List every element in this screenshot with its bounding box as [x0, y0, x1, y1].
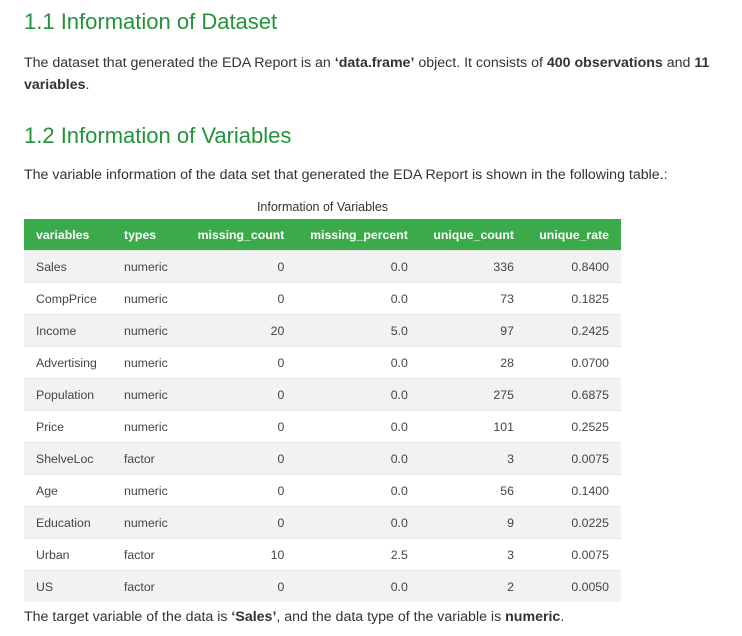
table-row: Population numeric 0 0.0 275 0.6875: [24, 378, 621, 411]
missing-percent-cell: 0.0: [296, 250, 420, 283]
missing-percent-cell: 0.0: [296, 346, 420, 379]
type-cell: factor: [112, 538, 184, 571]
variables-description: The variable information of the data set…: [24, 167, 668, 183]
variable-cell: Price: [24, 410, 112, 443]
type-cell: numeric: [112, 346, 184, 379]
variable-cell: Advertising: [24, 346, 112, 379]
unique-count-cell: 73: [419, 282, 526, 315]
eda-report-page: 1.1 Information of Dataset The dataset t…: [0, 0, 742, 636]
missing-percent-cell: 0.0: [296, 474, 420, 507]
missing-count-cell: 0: [184, 410, 297, 443]
missing-count-cell: 20: [184, 314, 297, 347]
table-row: ShelveLoc factor 0 0.0 3 0.0075: [24, 442, 621, 475]
missing-count-cell: 0: [184, 474, 297, 507]
missing-count-cell: 0: [184, 378, 297, 411]
unique-rate-cell: 0.0225: [525, 506, 621, 539]
unique-rate-cell: 0.8400: [525, 250, 621, 283]
column-header-unique-count: unique_count: [419, 219, 526, 251]
type-cell: factor: [112, 570, 184, 602]
unique-count-cell: 97: [419, 314, 526, 347]
table-caption: Information of Variables: [256, 200, 389, 214]
table-header-row: variables types missing_count missing_pe…: [24, 219, 621, 251]
missing-percent-cell: 2.5: [296, 538, 420, 571]
type-cell: numeric: [112, 474, 184, 507]
variables-heading: 1.2 Information of Variables: [24, 123, 292, 148]
target-description: The target variable of the data is ‘Sale…: [24, 609, 565, 625]
unique-count-cell: 28: [419, 346, 526, 379]
missing-count-cell: 0: [184, 570, 297, 602]
unique-rate-cell: 0.2525: [525, 410, 621, 443]
unique-count-cell: 336: [419, 250, 526, 283]
unique-count-cell: 3: [419, 442, 526, 475]
table-row: Sales numeric 0 0.0 336 0.8400: [24, 250, 621, 283]
type-cell: numeric: [112, 506, 184, 539]
unique-rate-cell: 0.0700: [525, 346, 621, 379]
missing-count-cell: 0: [184, 250, 297, 283]
unique-rate-cell: 0.0075: [525, 538, 621, 571]
variable-cell: CompPrice: [24, 282, 112, 315]
missing-percent-cell: 0.0: [296, 410, 420, 443]
unique-rate-cell: 0.0050: [525, 570, 621, 602]
table-row: Education numeric 0 0.0 9 0.0225: [24, 506, 621, 539]
type-cell: numeric: [112, 378, 184, 411]
variables-table: variables types missing_count missing_pe…: [24, 219, 621, 602]
missing-percent-cell: 5.0: [296, 314, 420, 347]
unique-count-cell: 3: [419, 538, 526, 571]
type-cell: numeric: [112, 250, 184, 283]
table-body: Sales numeric 0 0.0 336 0.8400 CompPrice numeri…: [24, 250, 621, 602]
unique-rate-cell: 0.6875: [525, 378, 621, 411]
missing-count-cell: 0: [184, 506, 297, 539]
unique-rate-cell: 0.2425: [525, 314, 621, 347]
table-row: Advertising numeric 0 0.0 28 0.0700: [24, 346, 621, 379]
missing-count-cell: 0: [184, 282, 297, 315]
table-row: Price numeric 0 0.0 101 0.2525: [24, 410, 621, 443]
variable-cell: Urban: [24, 538, 112, 571]
table-row: CompPrice numeric 0 0.0 73 0.1825: [24, 282, 621, 315]
missing-percent-cell: 0.0: [296, 570, 420, 602]
variable-cell: US: [24, 570, 112, 602]
unique-count-cell: 2: [419, 570, 526, 602]
type-cell: numeric: [112, 314, 184, 347]
table-row: Age numeric 0 0.0 56 0.1400: [24, 474, 621, 507]
missing-percent-cell: 0.0: [296, 378, 420, 411]
unique-count-cell: 9: [419, 506, 526, 539]
table-row: Urban factor 10 2.5 3 0.0075: [24, 538, 621, 571]
unique-rate-cell: 0.0075: [525, 442, 621, 475]
unique-rate-cell: 0.1400: [525, 474, 621, 507]
variable-cell: ShelveLoc: [24, 442, 112, 475]
column-header-missing-count: missing_count: [184, 219, 297, 251]
variable-cell: Education: [24, 506, 112, 539]
column-header-unique-rate: unique_rate: [525, 219, 621, 251]
type-cell: numeric: [112, 410, 184, 443]
table-row: Income numeric 20 5.0 97 0.2425: [24, 314, 621, 347]
variable-cell: Population: [24, 378, 112, 411]
dataset-description: The dataset that generated the EDA Repor…: [24, 55, 710, 93]
unique-count-cell: 56: [419, 474, 526, 507]
unique-count-cell: 101: [419, 410, 526, 443]
missing-percent-cell: 0.0: [296, 506, 420, 539]
missing-count-cell: 10: [184, 538, 297, 571]
variable-cell: Sales: [24, 250, 112, 283]
table-row: US factor 0 0.0 2 0.0050: [24, 570, 621, 602]
column-header-missing-percent: missing_percent: [296, 219, 420, 251]
missing-count-cell: 0: [184, 346, 297, 379]
type-cell: numeric: [112, 282, 184, 315]
dataset-heading: 1.1 Information of Dataset: [24, 9, 278, 34]
variable-cell: Age: [24, 474, 112, 507]
column-header-types: types: [112, 219, 184, 251]
missing-percent-cell: 0.0: [296, 442, 420, 475]
variable-cell: Income: [24, 314, 112, 347]
type-cell: factor: [112, 442, 184, 475]
missing-percent-cell: 0.0: [296, 282, 420, 315]
column-header-variables: variables: [24, 219, 112, 251]
unique-rate-cell: 0.1825: [525, 282, 621, 315]
unique-count-cell: 275: [419, 378, 526, 411]
missing-count-cell: 0: [184, 442, 297, 475]
